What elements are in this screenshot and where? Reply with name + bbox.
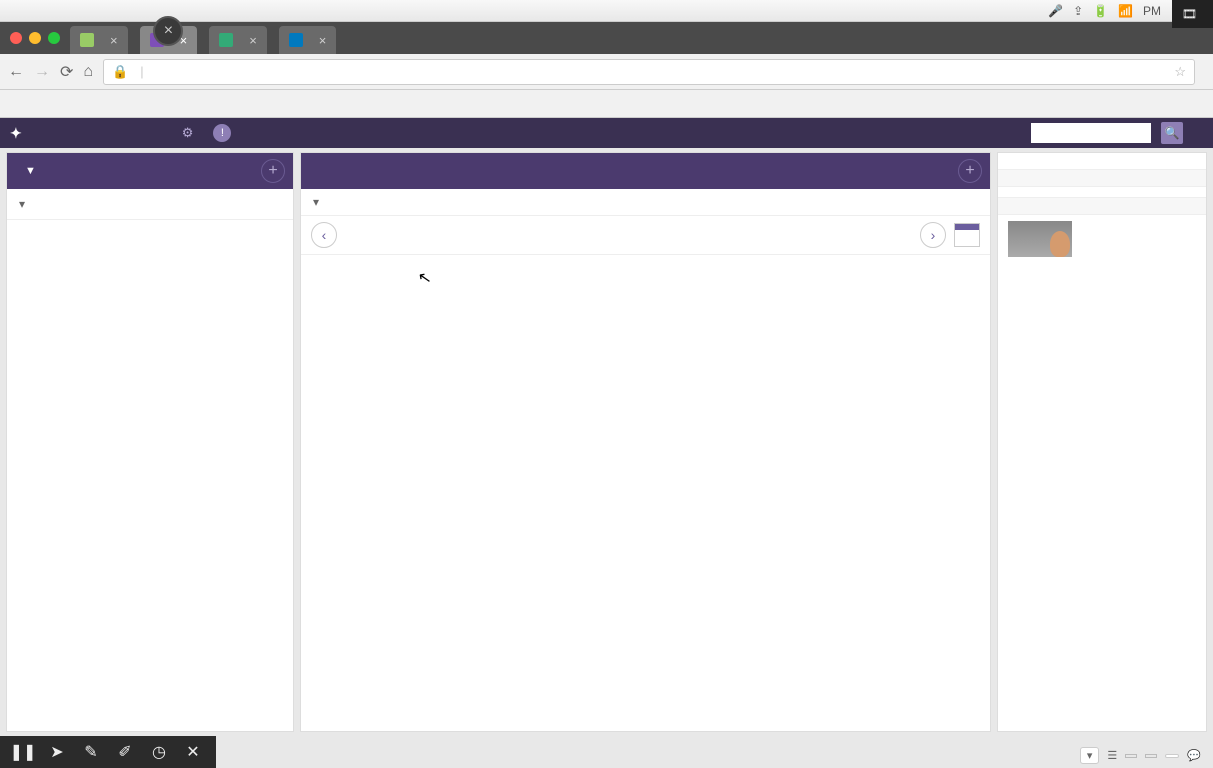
close-button[interactable]: ✕ — [176, 736, 210, 768]
address-bar[interactable]: 🔒 | ☆ — [103, 59, 1195, 85]
gear-icon[interactable]: ⚙ — [182, 125, 194, 141]
status-icon[interactable]: ☰ — [1107, 749, 1117, 762]
pen-button[interactable]: ✎ — [74, 736, 108, 768]
chevron-down-icon[interactable]: ▼ — [25, 165, 36, 177]
status-icon[interactable]: ⇪ — [1073, 4, 1083, 18]
tasks-badge[interactable] — [1165, 754, 1179, 758]
chevron-down-icon: ▾ — [19, 197, 25, 211]
tab-learningradiology[interactable]: × — [70, 26, 128, 54]
office-selector[interactable]: ▾ — [1080, 747, 1100, 764]
schedule-header: + — [301, 153, 990, 189]
bookmarks-bar — [0, 90, 1213, 118]
status-bar: ▾ ☰ 💬 — [1080, 747, 1201, 764]
clock-icon[interactable]: PM — [1143, 4, 1161, 18]
network-panel — [997, 152, 1207, 732]
bookmark-star-icon[interactable]: ☆ — [1174, 64, 1186, 80]
screencastify-controls: ❚❚ ➤ ✎ ✐ ◷ ✕ — [0, 736, 216, 768]
maximize-window-icon[interactable] — [48, 32, 60, 44]
pause-button[interactable]: ❚❚ — [6, 736, 40, 768]
forward-button[interactable]: → — [34, 63, 50, 81]
training-heading — [998, 197, 1206, 215]
prev-week-button[interactable]: ‹ — [311, 222, 337, 248]
empty-state — [301, 255, 990, 283]
count-red[interactable] — [1145, 754, 1157, 758]
messages-heading — [998, 169, 1206, 187]
screencastify-badge: 🎞 — [1172, 0, 1213, 28]
app-navbar: ✦ ⚙ ! 🔍 — [0, 118, 1213, 148]
pointer-button[interactable]: ➤ — [40, 736, 74, 768]
window-controls[interactable] — [10, 32, 60, 44]
add-appointment-button[interactable]: + — [958, 159, 982, 183]
schedule-viewby[interactable]: ▾ — [313, 195, 319, 209]
close-window-icon[interactable] — [10, 32, 22, 44]
tab-strip: × × × × × — [0, 22, 1213, 54]
add-inbox-button[interactable]: + — [261, 159, 285, 183]
chat-icon[interactable]: 💬 — [1187, 749, 1201, 762]
app-logo[interactable]: ✦ — [10, 125, 22, 142]
close-icon[interactable]: × — [110, 33, 118, 48]
inbox-viewby[interactable]: ▾ — [7, 189, 293, 220]
battery-icon[interactable]: 🔋 — [1093, 4, 1108, 18]
patient-search-input[interactable] — [1031, 123, 1151, 143]
search-button[interactable]: 🔍 — [1161, 122, 1183, 144]
mac-menubar: 🎤 ⇪ 🔋 📶 PM 🔍 ≡ — [0, 0, 1213, 22]
notification-icon[interactable]: ! — [213, 124, 231, 142]
inbox-header: ▼ + — [7, 153, 293, 189]
minimize-window-icon[interactable] — [29, 32, 41, 44]
count-blue[interactable] — [1125, 754, 1137, 758]
close-icon[interactable]: × — [249, 33, 257, 48]
inbox-panel: ▼ + ▾ — [6, 152, 294, 732]
tab-trello[interactable]: × — [279, 26, 337, 54]
calendar-icon[interactable] — [954, 223, 980, 247]
marker-button[interactable]: ✐ — [108, 736, 142, 768]
timer-button[interactable]: ◷ — [142, 736, 176, 768]
training-video[interactable] — [998, 215, 1206, 263]
film-icon: 🎞 — [1182, 7, 1197, 21]
reload-button[interactable]: ⟳ — [60, 62, 73, 82]
home-button[interactable]: ⌂ — [83, 63, 93, 81]
schedule-panel: + ▾ ‹ › — [300, 152, 991, 732]
mic-icon[interactable]: 🎤 — [1048, 4, 1063, 18]
day-strip: ‹ › — [301, 216, 990, 255]
close-icon[interactable]: × — [319, 33, 327, 48]
video-thumbnail-icon — [1008, 221, 1072, 257]
wifi-icon[interactable]: 📶 — [1118, 4, 1133, 18]
view-more-link[interactable] — [998, 187, 1206, 197]
toolbar: ← → ⟳ ⌂ 🔒 | ☆ — [0, 54, 1213, 90]
presentation-close-icon[interactable]: × — [153, 16, 183, 46]
lock-icon: 🔒 — [112, 64, 128, 80]
tab-c19hub[interactable]: × — [209, 26, 267, 54]
tab-athenaclinicals[interactable]: × × — [140, 26, 198, 54]
back-button[interactable]: ← — [8, 63, 24, 81]
next-week-button[interactable]: › — [920, 222, 946, 248]
